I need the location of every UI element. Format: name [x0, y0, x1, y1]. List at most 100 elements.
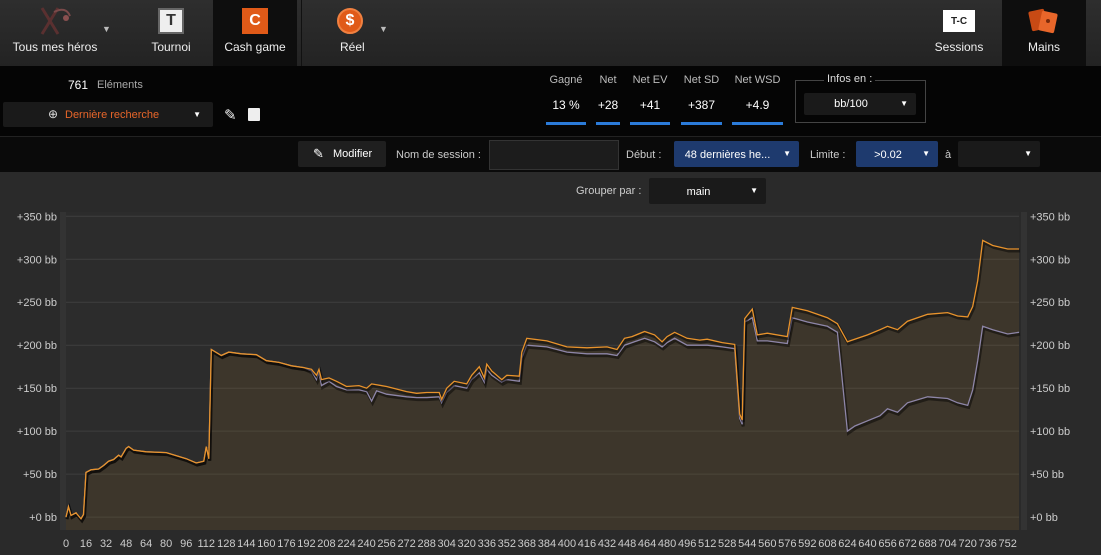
y-tick-label-right: +250 bb — [1030, 297, 1070, 309]
stat-net-wsd-label: Net WSD — [734, 74, 781, 86]
x-tick-label: 0 — [63, 538, 69, 550]
x-tick-label: 512 — [698, 538, 716, 550]
stat-net: Net +28 — [596, 74, 620, 125]
limit-value: >0.02 — [874, 149, 902, 161]
chevron-down-icon: ▼ — [783, 149, 791, 158]
filter-bar: ✎ Modifier Nom de session : Début : 48 d… — [0, 136, 1101, 173]
x-tick-label: 224 — [337, 538, 355, 550]
x-tick-label: 48 — [120, 538, 132, 550]
cash-game-icon: C — [242, 8, 268, 34]
stat-won-bar — [546, 122, 586, 125]
x-tick-label: 624 — [838, 538, 856, 550]
x-tick-label: 208 — [317, 538, 335, 550]
element-count: 761 — [68, 78, 89, 92]
x-tick-label: 560 — [758, 538, 776, 550]
heroes-logo-icon — [40, 7, 71, 35]
limit-label: Limite : — [810, 149, 846, 161]
y-tick-label-right: +350 bb — [1030, 211, 1070, 223]
y-tick-label-left: +100 bb — [17, 426, 57, 438]
y-tick-label-right: +200 bb — [1030, 340, 1070, 352]
x-tick-label: 304 — [438, 538, 456, 550]
sessions-icon: T-C — [943, 10, 975, 32]
x-tick-label: 352 — [498, 538, 516, 550]
x-tick-label: 240 — [357, 538, 375, 550]
y-tick-label-right: +0 bb — [1030, 512, 1058, 524]
nav-cash-game[interactable]: C Cash game — [213, 0, 297, 66]
y-tick-label-right: +100 bb — [1030, 426, 1070, 438]
modify-button[interactable]: ✎ Modifier — [298, 141, 386, 167]
x-tick-label: 592 — [798, 538, 816, 550]
nav-tournoi[interactable]: T Tournoi — [130, 0, 212, 66]
x-tick-label: 80 — [160, 538, 172, 550]
infos-en-group: Infos en : bb/100 ▼ — [795, 73, 926, 123]
reel-dropdown-icon[interactable]: ▼ — [379, 24, 388, 34]
x-tick-label: 384 — [538, 538, 556, 550]
y-tick-label-left: +200 bb — [17, 340, 57, 352]
edit-pencil-icon[interactable]: ✎ — [224, 106, 237, 124]
start-dropdown[interactable]: 48 dernières he... ▼ — [674, 141, 799, 167]
x-tick-label: 272 — [397, 538, 415, 550]
x-tick-label: 320 — [458, 538, 476, 550]
chevron-down-icon: ▼ — [193, 110, 201, 119]
x-tick-label: 528 — [718, 538, 736, 550]
x-tick-label: 128 — [217, 538, 235, 550]
nav-all-heroes[interactable]: Tous mes héros — [0, 0, 110, 66]
x-tick-label: 656 — [878, 538, 896, 550]
nav-reel[interactable]: $ Réel — [310, 0, 390, 66]
x-tick-label: 416 — [578, 538, 596, 550]
x-tick-label: 576 — [778, 538, 796, 550]
x-tick-label: 16 — [80, 538, 92, 550]
stat-net-wsd: Net WSD +4.9 — [732, 74, 783, 125]
tournoi-icon: T — [158, 8, 184, 34]
y-tick-label-right: +50 bb — [1030, 469, 1064, 481]
chart-panel: Grouper par : main ▼ +0 bb +0 bb +50 bb +50… — [0, 172, 1101, 555]
stat-net-sd-label: Net SD — [683, 74, 720, 86]
y-tick-label-left: +0 bb — [29, 512, 57, 524]
x-tick-label: 192 — [297, 538, 315, 550]
copy-notes-icon[interactable] — [248, 108, 260, 121]
stat-won-label: Gagné — [549, 74, 583, 86]
stat-net-sd: Net SD +387 — [681, 74, 722, 125]
y-tick-label-left: +300 bb — [17, 254, 57, 266]
session-name-label: Nom de session : — [396, 149, 481, 161]
top-nav-bar: Tous mes héros ▼ T Tournoi C Cash game $… — [0, 0, 1101, 66]
nav-sessions[interactable]: T-C Sessions — [920, 0, 998, 66]
search-icon: ⊕ — [48, 107, 59, 121]
chevron-down-icon: ▼ — [922, 149, 930, 158]
stat-net-sd-bar — [681, 122, 722, 125]
x-tick-label: 176 — [277, 538, 295, 550]
stat-net-wsd-value: +4.9 — [745, 98, 770, 112]
x-tick-label: 736 — [979, 538, 997, 550]
saved-search-dropdown[interactable]: ⊕ Dernière recherche ▼ — [3, 102, 213, 127]
x-tick-label: 256 — [377, 538, 395, 550]
y-tick-label-left: +250 bb — [17, 297, 57, 309]
dollar-coin-icon: $ — [337, 8, 363, 34]
x-tick-label: 32 — [100, 538, 112, 550]
limit-dropdown[interactable]: >0.02 ▼ — [856, 141, 938, 167]
limit-to-dropdown[interactable]: ▼ — [958, 141, 1040, 167]
x-tick-label: 720 — [958, 538, 976, 550]
chevron-down-icon: ▼ — [1024, 149, 1032, 158]
x-tick-label: 608 — [818, 538, 836, 550]
nav-cash-game-label: Cash game — [224, 40, 286, 54]
heroes-dropdown-icon[interactable]: ▼ — [102, 24, 111, 34]
nav-mains[interactable]: Mains — [1002, 0, 1086, 66]
x-tick-label: 640 — [858, 538, 876, 550]
infos-unit-dropdown[interactable]: bb/100 ▼ — [804, 93, 916, 115]
x-tick-label: 704 — [938, 538, 956, 550]
stat-net-bar — [596, 122, 620, 125]
x-tick-label: 368 — [518, 538, 536, 550]
stat-net-wsd-bar — [732, 122, 783, 125]
stat-net-value: +28 — [597, 98, 619, 112]
session-name-input[interactable] — [489, 140, 619, 170]
x-tick-label: 464 — [638, 538, 656, 550]
x-tick-label: 96 — [180, 538, 192, 550]
y-tick-label-right: +300 bb — [1030, 254, 1070, 266]
nav-reel-label: Réel — [340, 40, 365, 54]
saved-search-value: Dernière recherche — [65, 109, 160, 121]
x-tick-label: 752 — [999, 538, 1017, 550]
summary-bar: 761 Eléments ⊕ Dernière recherche ▼ ✎ Ga… — [0, 66, 1101, 136]
element-count-label: Eléments — [97, 79, 143, 91]
x-tick-label: 496 — [678, 538, 696, 550]
x-tick-label: 688 — [918, 538, 936, 550]
